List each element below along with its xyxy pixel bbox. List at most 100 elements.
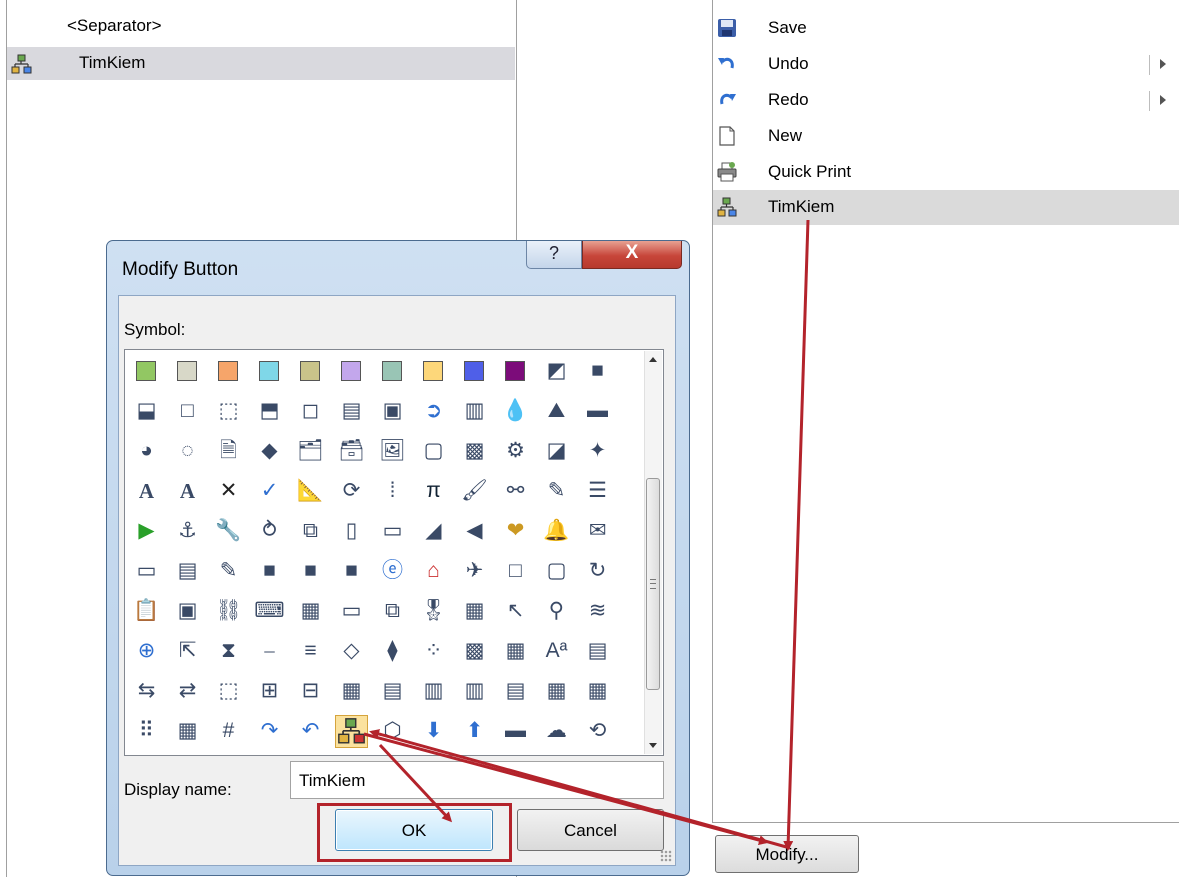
symbol-cell-color-swatch[interactable] (212, 355, 245, 388)
symbol-cell[interactable]: ⥁ (253, 515, 286, 548)
symbol-cell-org-chart-selected[interactable] (335, 715, 368, 748)
symbol-cell[interactable]: ↻ (581, 555, 614, 588)
symbol-cell[interactable]: ◢ (417, 515, 450, 548)
symbol-cell[interactable]: 🗎 (212, 435, 245, 468)
symbol-cell[interactable]: A (171, 475, 204, 508)
symbol-cell[interactable]: ⇱ (171, 635, 204, 668)
symbol-cell[interactable]: 🗂 (294, 435, 327, 468)
symbol-cell-color-swatch[interactable] (376, 355, 409, 388)
symbol-cell[interactable]: ➲ (417, 395, 450, 428)
symbol-cell[interactable]: 🖼 (376, 435, 409, 468)
symbol-cell[interactable]: ▤ (499, 675, 532, 708)
symbol-cell-color-swatch[interactable] (417, 355, 450, 388)
symbol-cell[interactable]: ⬡ (376, 715, 409, 748)
cancel-button[interactable]: Cancel (517, 809, 664, 851)
list-item-quick-print[interactable]: Quick Print (713, 155, 1179, 190)
symbol-cell[interactable]: □ (171, 395, 204, 428)
symbol-cell[interactable]: ▩ (458, 635, 491, 668)
symbol-cell[interactable]: ▦ (540, 675, 573, 708)
symbol-cell[interactable]: ⇄ (171, 675, 204, 708)
symbol-cell[interactable]: ⛰ (540, 395, 573, 428)
symbol-cell[interactable]: ▦ (458, 595, 491, 628)
symbol-cell[interactable]: ⧗ (212, 635, 245, 668)
symbol-cell[interactable]: ⁘ (417, 635, 450, 668)
submenu-arrow-icon[interactable] (1160, 59, 1166, 69)
symbol-cell[interactable]: ⬒ (253, 395, 286, 428)
symbol-cell[interactable]: ☁ (540, 715, 573, 748)
symbol-cell[interactable]: ⓔ (376, 555, 409, 588)
symbol-cell[interactable]: ▭ (376, 515, 409, 548)
symbol-grid[interactable]: ◩ ■ ⬓ □ ⬚ ⬒ ◻ ▤ ▣ ➲ ▥ 💧 ⛰ ▬ ◕ ◌ 🗎 ◆ 🗂 🗃 🖼 ▢ ▩ ⚙ ◪ ✦ A A ✕ ✓ 📐 ⟳ ⁞ π 🖌 ⚯ ✎ ☰ ▶ ⚓… (124, 349, 664, 756)
symbol-cell[interactable]: ▣ (376, 395, 409, 428)
symbol-cell[interactable]: ⬚ (212, 675, 245, 708)
symbol-cell[interactable]: ▤ (335, 395, 368, 428)
symbol-cell[interactable]: ■ (253, 555, 286, 588)
symbol-cell[interactable]: ✎ (540, 475, 573, 508)
symbol-cell[interactable]: 💧 (499, 395, 532, 428)
symbol-cell[interactable]: ▤ (171, 555, 204, 588)
symbol-cell[interactable]: ⬇ (417, 715, 450, 748)
symbol-cell[interactable]: ≋ (581, 595, 614, 628)
list-item-redo[interactable]: Redo (713, 83, 1179, 118)
symbol-cell[interactable]: ≡ (294, 635, 327, 668)
symbol-cell[interactable]: ⧉ (376, 595, 409, 628)
modify-button[interactable]: Modify... (715, 835, 859, 873)
symbol-cell[interactable]: ◻ (294, 395, 327, 428)
symbol-cell[interactable]: ▦ (171, 715, 204, 748)
symbol-cell[interactable]: ⚲ (540, 595, 573, 628)
symbol-cell[interactable]: ⌂ (417, 555, 450, 588)
list-item-separator[interactable]: <Separator> (7, 10, 515, 43)
symbol-cell[interactable]: # (212, 715, 245, 748)
symbol-cell[interactable]: 🔧 (212, 515, 245, 548)
symbol-cell[interactable]: ▤ (376, 675, 409, 708)
symbol-cell[interactable]: 🔔 (540, 515, 573, 548)
symbol-cell-color-swatch[interactable] (335, 355, 368, 388)
display-name-input[interactable]: TimKiem (290, 761, 664, 799)
symbol-cell-color-swatch[interactable] (458, 355, 491, 388)
symbol-cell[interactable]: ■ (335, 555, 368, 588)
symbol-cell[interactable]: ▦ (335, 675, 368, 708)
symbol-cell[interactable]: ◪ (540, 435, 573, 468)
symbol-cell[interactable]: ↶ (294, 715, 327, 748)
symbol-cell[interactable]: ▥ (458, 675, 491, 708)
symbol-cell[interactable]: ■ (294, 555, 327, 588)
symbol-cell[interactable]: ◕ (130, 435, 163, 468)
scrollbar-thumb[interactable] (646, 478, 660, 690)
symbol-cell[interactable]: 📐 (294, 475, 327, 508)
vertical-scrollbar[interactable] (644, 351, 662, 754)
symbol-cell[interactable]: ↖ (499, 595, 532, 628)
symbol-cell-color-swatch[interactable] (171, 355, 204, 388)
help-button[interactable]: ? (526, 241, 582, 269)
symbol-cell[interactable]: ⛓ (212, 595, 245, 628)
symbol-cell[interactable]: 🎖 (417, 595, 450, 628)
symbol-cell-color-swatch[interactable] (253, 355, 286, 388)
symbol-cell[interactable]: ⧉ (294, 515, 327, 548)
scroll-down-arrow-icon[interactable] (649, 743, 657, 748)
symbol-cell[interactable]: ⇆ (130, 675, 163, 708)
symbol-cell[interactable]: ▢ (540, 555, 573, 588)
symbol-cell[interactable]: ▩ (458, 435, 491, 468)
symbol-cell[interactable]: ▢ (417, 435, 450, 468)
ok-button[interactable]: OK (335, 809, 493, 851)
list-item-timkiem[interactable]: TimKiem (713, 190, 1179, 225)
symbol-cell[interactable]: ◩ (540, 355, 573, 388)
symbol-cell[interactable]: ▬ (499, 715, 532, 748)
symbol-cell[interactable]: ▭ (130, 555, 163, 588)
symbol-cell[interactable]: ▥ (417, 675, 450, 708)
symbol-cell[interactable]: ⚓ (171, 515, 204, 548)
symbol-cell[interactable]: ◀ (458, 515, 491, 548)
symbol-cell[interactable]: ✕ (212, 475, 245, 508)
symbol-cell[interactable]: ✓ (253, 475, 286, 508)
symbol-cell[interactable]: ◆ (253, 435, 286, 468)
symbol-cell[interactable]: Aª (540, 635, 573, 668)
symbol-cell[interactable]: ⟲ (581, 715, 614, 748)
symbol-cell[interactable]: ↷ (253, 715, 286, 748)
symbol-cell[interactable]: ▣ (171, 595, 204, 628)
symbol-cell[interactable]: ▯ (335, 515, 368, 548)
symbol-cell[interactable]: ⊞ (253, 675, 286, 708)
symbol-cell[interactable]: ✎ (212, 555, 245, 588)
symbol-cell[interactable]: ▬ (581, 395, 614, 428)
symbol-cell[interactable]: ⠿ (130, 715, 163, 748)
symbol-cell[interactable]: A (130, 475, 163, 508)
symbol-cell[interactable]: ◇ (335, 635, 368, 668)
